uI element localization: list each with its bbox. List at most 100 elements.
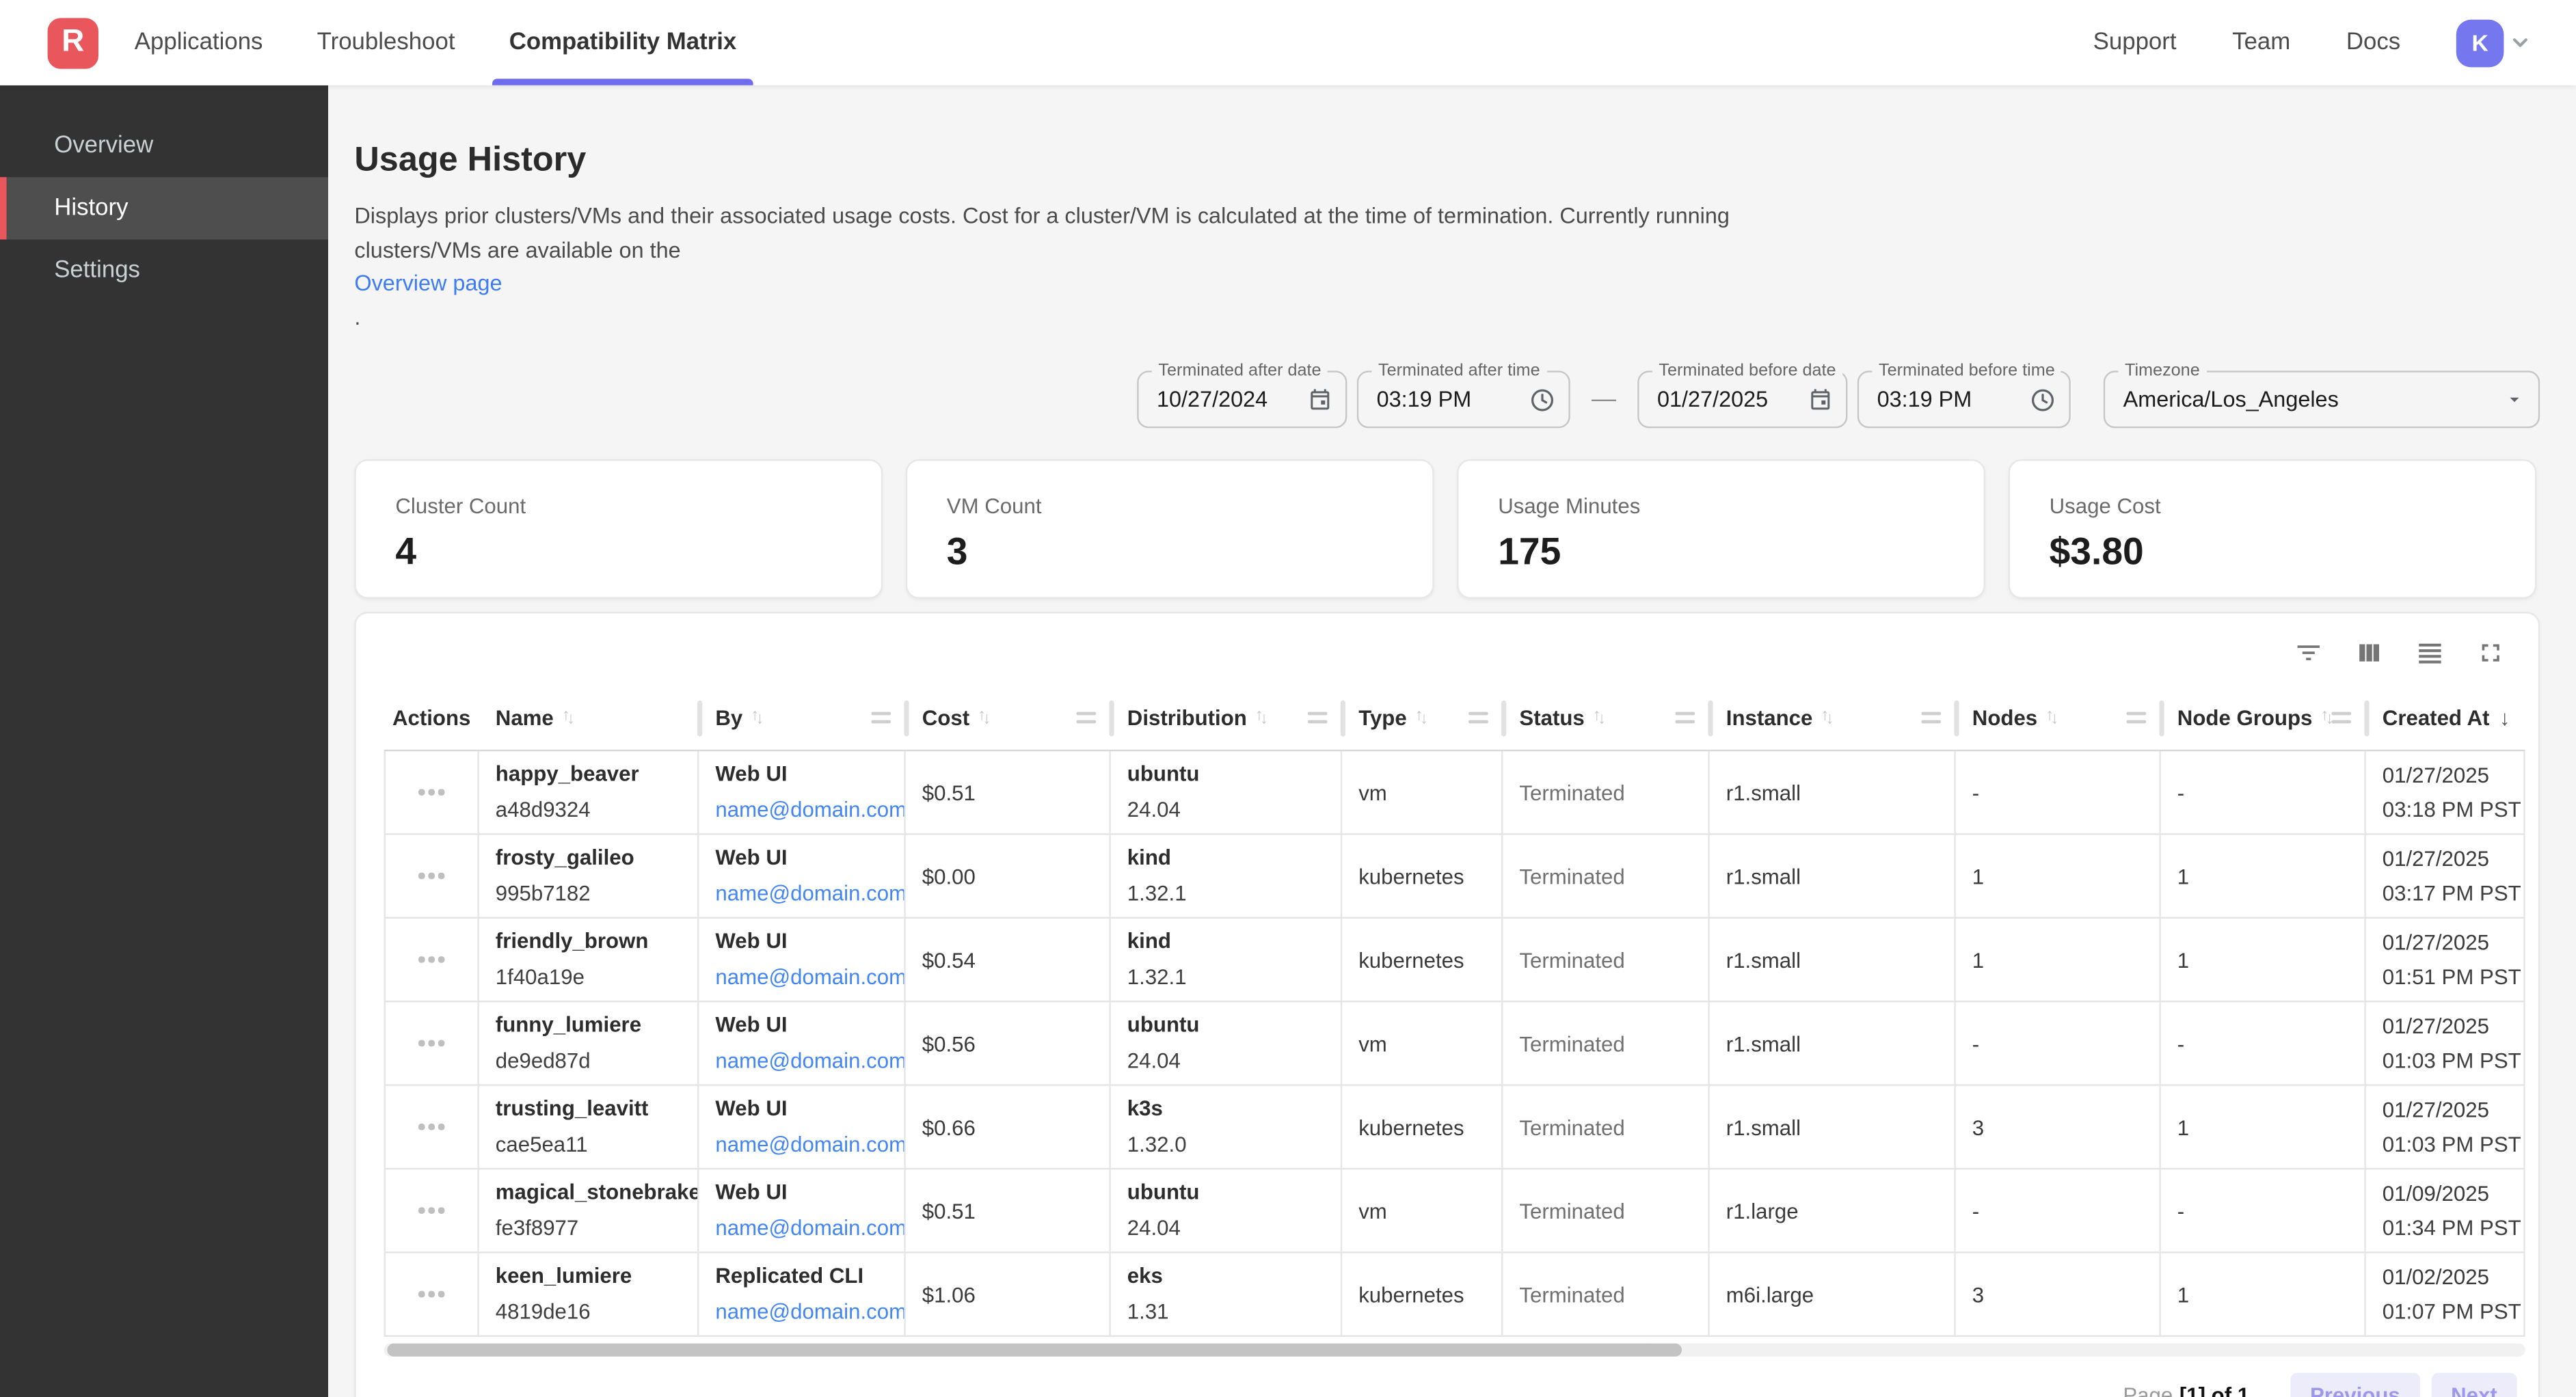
column-menu-handle[interactable]	[2331, 712, 2351, 724]
cell-status-value: Terminated	[1519, 1198, 1708, 1223]
cell-name-primary: funny_lumiere	[496, 1012, 697, 1038]
cell-by-secondary[interactable]: name@domain.com	[715, 1299, 904, 1325]
calendar-icon[interactable]	[1308, 387, 1332, 411]
column-menu-handle[interactable]	[871, 712, 891, 724]
terminated-after-time-value[interactable]: 03:19 PM	[1377, 387, 1520, 411]
terminated-before-date-field[interactable]: Terminated before date 01/27/2025	[1637, 370, 1847, 428]
sidebar-item-overview[interactable]: Overview	[0, 115, 328, 177]
cell-cost: $0.56	[906, 1002, 1111, 1084]
cell-by-secondary[interactable]: name@domain.com	[715, 1048, 904, 1074]
column-header-created-at[interactable]: Created At ↓	[2366, 686, 2525, 750]
tab-troubleshoot[interactable]: Troubleshoot	[317, 0, 455, 85]
cell-distribution-secondary: 1.31	[1127, 1299, 1341, 1325]
cell-cost-value: $0.00	[922, 864, 1110, 889]
horizontal-scrollbar-track[interactable]	[384, 1344, 2525, 1357]
sort-icon[interactable]: ↑↓	[1593, 709, 1602, 727]
fullscreen-icon[interactable]	[2476, 638, 2506, 668]
terminated-before-time-field[interactable]: Terminated before time 03:19 PM	[1857, 370, 2071, 428]
timezone-value[interactable]: America/Los_Angeles	[2123, 387, 2494, 411]
cell-status: Terminated	[1503, 1086, 1709, 1168]
column-label: Created At	[2383, 705, 2490, 730]
cell-nodes-value: 3	[1972, 1115, 2160, 1139]
cell-created-at-primary: 01/27/2025	[2383, 762, 2523, 788]
column-header-nodes[interactable]: Nodes↑↓	[1956, 686, 2161, 750]
column-menu-handle[interactable]	[2126, 712, 2146, 724]
nav-link-team[interactable]: Team	[2232, 29, 2290, 55]
clock-icon[interactable]	[1529, 386, 1555, 412]
table-header-row: ActionsName↑↓By↑↓Cost↑↓Distribution↑↓Typ…	[384, 686, 2525, 751]
previous-page-button[interactable]: Previous	[2290, 1373, 2419, 1397]
tab-compatibility-matrix[interactable]: Compatibility Matrix	[509, 0, 737, 85]
nav-link-support[interactable]: Support	[2093, 29, 2177, 55]
row-actions-button[interactable]	[384, 919, 479, 1001]
column-header-instance[interactable]: Instance↑↓	[1710, 686, 1956, 750]
row-actions-button[interactable]	[384, 1169, 479, 1251]
horizontal-scrollbar-thumb[interactable]	[387, 1344, 1682, 1357]
sort-icon[interactable]: ↑↓	[1415, 709, 1425, 727]
columns-icon[interactable]	[2354, 638, 2384, 668]
dropdown-arrow-icon[interactable]	[2504, 389, 2525, 410]
cell-created-at: 01/27/202501:03 PM PST	[2366, 1002, 2525, 1084]
column-header-node-groups[interactable]: Node Groups↑↓	[2161, 686, 2366, 750]
column-header-type[interactable]: Type↑↓	[1342, 686, 1503, 750]
cell-by-secondary[interactable]: name@domain.com	[715, 964, 904, 990]
sort-icon[interactable]: ↑↓	[2045, 709, 2055, 727]
calendar-icon[interactable]	[1808, 387, 1833, 411]
tab-applications[interactable]: Applications	[135, 0, 263, 85]
cell-name: friendly_brown1f40a19e	[479, 919, 699, 1001]
sort-icon[interactable]: ↑↓	[978, 709, 987, 727]
sidebar-item-settings[interactable]: Settings	[0, 239, 328, 301]
next-page-button[interactable]: Next	[2431, 1373, 2517, 1397]
column-menu-handle[interactable]	[1076, 712, 1096, 724]
cell-by-secondary[interactable]: name@domain.com	[715, 1132, 904, 1158]
cell-name: magical_stonebrakerfe3f8977	[479, 1169, 699, 1251]
clock-icon[interactable]	[2030, 386, 2056, 412]
cell-name: frosty_galileo995b7182	[479, 835, 699, 917]
terminated-after-date-value[interactable]: 10/27/2024	[1157, 387, 1298, 411]
overview-page-link[interactable]: Overview page	[354, 271, 502, 295]
column-header-status[interactable]: Status↑↓	[1503, 686, 1709, 750]
column-header-by[interactable]: By↑↓	[699, 686, 905, 750]
column-menu-handle[interactable]	[1921, 712, 1941, 724]
cell-by-secondary[interactable]: name@domain.com	[715, 881, 904, 907]
cell-status: Terminated	[1503, 1253, 1709, 1335]
terminated-after-time-label: Terminated after time	[1371, 361, 1546, 381]
cell-by-secondary[interactable]: name@domain.com	[715, 797, 904, 823]
column-header-name[interactable]: Name↑↓	[479, 686, 699, 750]
cell-node-groups-value: 1	[2177, 864, 2365, 889]
column-menu-handle[interactable]	[1468, 712, 1488, 724]
cell-created-at-secondary: 01:51 PM PST	[2383, 964, 2523, 990]
column-menu-handle[interactable]	[1675, 712, 1695, 724]
account-menu[interactable]: K	[2456, 19, 2532, 67]
nav-link-docs[interactable]: Docs	[2346, 29, 2400, 55]
page-label: Page	[2123, 1382, 2173, 1397]
density-icon[interactable]	[2415, 638, 2445, 668]
sort-desc-icon[interactable]: ↓	[2499, 705, 2510, 730]
row-actions-button[interactable]	[384, 751, 479, 833]
terminated-before-time-value[interactable]: 03:19 PM	[1877, 387, 2020, 411]
sidebar-item-history[interactable]: History	[0, 177, 328, 239]
sort-icon[interactable]: ↑↓	[1821, 709, 1830, 727]
replicated-logo[interactable]: R	[48, 17, 98, 68]
cell-name-primary: friendly_brown	[496, 928, 697, 954]
row-actions-button[interactable]	[384, 1086, 479, 1168]
sort-icon[interactable]: ↑↓	[562, 709, 572, 727]
row-actions-button[interactable]	[384, 1002, 479, 1084]
filter-icon[interactable]	[2294, 638, 2323, 668]
column-header-cost[interactable]: Cost↑↓	[906, 686, 1111, 750]
cell-by-secondary[interactable]: name@domain.com	[715, 1215, 904, 1241]
app-root: R Applications Troubleshoot Compatibilit…	[0, 0, 2576, 1397]
terminated-before-date-value[interactable]: 01/27/2025	[1657, 387, 1798, 411]
sort-icon[interactable]: ↑↓	[1255, 709, 1265, 727]
sort-icon[interactable]: ↑↓	[2320, 709, 2330, 727]
terminated-after-time-field[interactable]: Terminated after time 03:19 PM	[1357, 370, 1570, 428]
sort-icon[interactable]: ↑↓	[751, 709, 760, 727]
terminated-after-date-field[interactable]: Terminated after date 10/27/2024	[1137, 370, 1347, 428]
row-actions-button[interactable]	[384, 835, 479, 917]
column-menu-handle[interactable]	[1308, 712, 1328, 724]
column-header-distribution[interactable]: Distribution↑↓	[1111, 686, 1342, 750]
timezone-select[interactable]: Timezone America/Los_Angeles	[2104, 370, 2540, 428]
top-nav: R Applications Troubleshoot Compatibilit…	[0, 0, 2576, 85]
avatar[interactable]: K	[2456, 19, 2504, 67]
row-actions-button[interactable]	[384, 1253, 479, 1335]
